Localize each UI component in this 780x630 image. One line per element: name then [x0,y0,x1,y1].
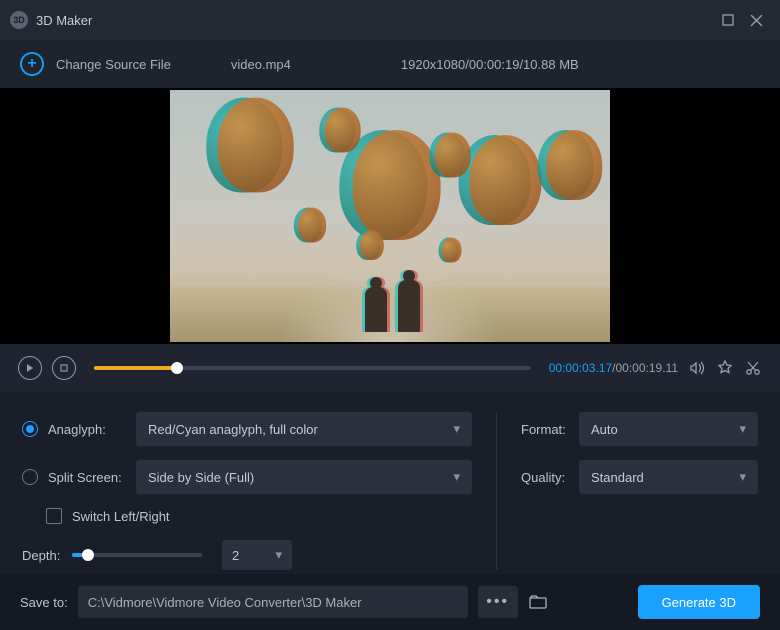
switch-lr-label: Switch Left/Right [72,509,170,524]
open-folder-button[interactable] [528,592,548,612]
maximize-button[interactable] [714,6,742,34]
quality-value: Standard [591,470,644,485]
stop-button[interactable] [52,356,76,380]
depth-slider[interactable] [72,553,202,557]
chevron-down-icon: ▾ [453,421,460,437]
browse-button[interactable]: ••• [478,586,518,618]
play-button[interactable] [18,356,42,380]
total-time: /00:00:19.11 [612,361,678,375]
source-filename: video.mp4 [231,57,291,72]
format-select[interactable]: Auto ▾ [579,412,758,446]
titlebar: 3D 3D Maker [0,0,780,40]
snapshot-icon[interactable] [716,359,734,377]
chevron-down-icon: ▾ [275,547,282,563]
anaglyph-radio[interactable] [22,421,38,437]
seek-thumb[interactable] [171,362,183,374]
split-screen-radio[interactable] [22,469,38,485]
seek-bar[interactable] [94,366,531,370]
change-source-button[interactable]: Change Source File [56,57,171,72]
depth-thumb[interactable] [82,549,94,561]
split-screen-value: Side by Side (Full) [148,470,254,485]
anaglyph-label: Anaglyph: [48,422,136,437]
quality-label: Quality: [521,470,579,485]
chevron-down-icon: ▾ [453,469,460,485]
chevron-down-icon: ▾ [739,469,746,485]
time-display: 00:00:03.17/00:00:19.11 [549,361,678,375]
app-title: 3D Maker [36,13,714,28]
settings-panel: Anaglyph: Red/Cyan anaglyph, full color … [0,392,780,582]
volume-icon[interactable] [688,359,706,377]
split-screen-select[interactable]: Side by Side (Full) ▾ [136,460,472,494]
footer: Save to: C:\Vidmore\Vidmore Video Conver… [0,574,780,630]
current-time: 00:00:03.17 [549,361,612,375]
chevron-down-icon: ▾ [739,421,746,437]
close-button[interactable] [742,6,770,34]
split-screen-label: Split Screen: [48,470,136,485]
format-label: Format: [521,422,579,437]
playback-controls: 00:00:03.17/00:00:19.11 [0,344,780,392]
switch-lr-checkbox[interactable] [46,508,62,524]
anaglyph-value: Red/Cyan anaglyph, full color [148,422,318,437]
preview-area [0,88,780,344]
save-to-label: Save to: [20,595,68,610]
depth-label: Depth: [22,548,72,563]
source-info: 1920x1080/00:00:19/10.88 MB [401,57,579,72]
format-value: Auto [591,422,618,437]
save-path-input[interactable]: C:\Vidmore\Vidmore Video Converter\3D Ma… [78,586,468,618]
quality-select[interactable]: Standard ▾ [579,460,758,494]
source-bar: + Change Source File video.mp4 1920x1080… [0,40,780,88]
app-icon: 3D [10,11,28,29]
cut-icon[interactable] [744,359,762,377]
preview-image [170,90,610,342]
anaglyph-select[interactable]: Red/Cyan anaglyph, full color ▾ [136,412,472,446]
depth-value-select[interactable]: 2 ▾ [222,540,292,570]
add-source-icon[interactable]: + [20,52,44,76]
save-path-value: C:\Vidmore\Vidmore Video Converter\3D Ma… [88,595,362,610]
depth-value: 2 [232,548,239,563]
generate-button[interactable]: Generate 3D [638,585,760,619]
